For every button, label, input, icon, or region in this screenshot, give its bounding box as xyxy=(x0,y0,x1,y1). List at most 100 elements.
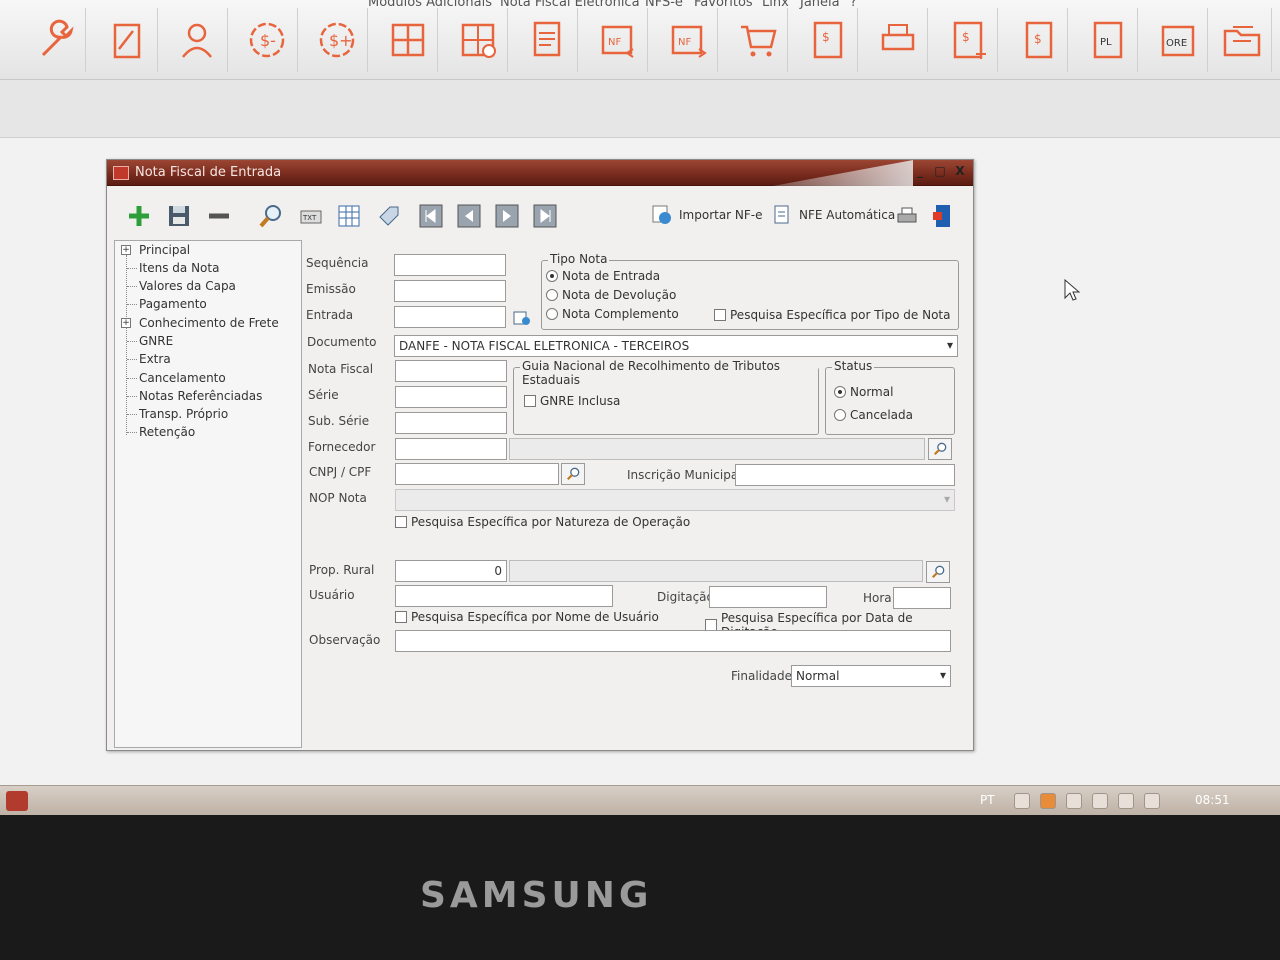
user-icon[interactable] xyxy=(168,8,228,72)
svg-text:$: $ xyxy=(1034,32,1042,46)
tree-item-conhecimento-de-frete[interactable]: + Conhecimento de Frete xyxy=(115,316,301,332)
money-receipt-icon[interactable]: $ xyxy=(1008,8,1068,72)
money-minus-icon[interactable]: $- xyxy=(238,8,298,72)
language-indicator[interactable]: PT xyxy=(980,793,995,807)
importar-nfe-button[interactable]: Importar NF-e xyxy=(651,204,763,226)
tray-display-icon[interactable] xyxy=(1144,793,1160,809)
table-export-icon[interactable] xyxy=(335,202,363,230)
calendar-icon[interactable] xyxy=(513,310,531,326)
first-record-icon[interactable] xyxy=(417,202,445,230)
maximize-button[interactable]: □ xyxy=(933,165,947,179)
sub-serie-field[interactable] xyxy=(395,412,507,434)
pesquisa-tipo-nota-checkbox[interactable]: Pesquisa Específica por Tipo de Nota xyxy=(714,308,950,322)
window-title: Nota Fiscal de Entrada xyxy=(135,165,282,180)
finalidade-value: Normal xyxy=(796,669,840,683)
radio-status-cancelada[interactable]: Cancelada xyxy=(834,408,913,422)
prop-rural-name-field xyxy=(509,560,923,582)
digitacao-label: Digitação xyxy=(657,590,714,604)
remove-icon[interactable] xyxy=(205,202,233,230)
sequencia-field[interactable] xyxy=(394,254,506,276)
radio-nota-entrada[interactable]: Nota de Entrada xyxy=(546,269,660,283)
exit-door-icon[interactable] xyxy=(929,202,957,230)
last-record-icon[interactable] xyxy=(531,202,559,230)
print-icon[interactable] xyxy=(893,202,921,230)
inscricao-municipal-field[interactable] xyxy=(735,464,955,486)
save-icon[interactable] xyxy=(165,202,193,230)
tree-item-principal[interactable]: + Principal xyxy=(115,243,301,259)
tree-item-itens-da-nota[interactable]: Itens da Nota xyxy=(115,261,301,277)
radio-nota-devolucao[interactable]: Nota de Devolução xyxy=(546,288,676,302)
grid-icon[interactable] xyxy=(378,8,438,72)
tree-item-pagamento[interactable]: Pagamento xyxy=(115,297,301,313)
nop-chevron-down-icon: ▾ xyxy=(943,492,950,506)
prop-rural-search-icon[interactable] xyxy=(926,561,950,583)
tag-icon[interactable] xyxy=(375,202,403,230)
money-add-icon[interactable]: $ xyxy=(938,8,998,72)
search-icon[interactable] xyxy=(257,202,285,230)
money-list-icon[interactable] xyxy=(518,8,578,72)
taskbar-app-icon[interactable] xyxy=(6,791,28,811)
svg-text:ORE: ORE xyxy=(1166,38,1187,49)
radio-status-normal[interactable]: Normal xyxy=(834,385,893,399)
prev-record-icon[interactable] xyxy=(455,202,483,230)
pl-doc-icon[interactable]: PL xyxy=(1078,8,1138,72)
cnpj-search-icon[interactable] xyxy=(561,463,585,485)
add-icon[interactable] xyxy=(125,202,153,230)
digitacao-field[interactable] xyxy=(709,586,827,608)
entrada-field[interactable] xyxy=(394,306,506,328)
money-doc-icon[interactable]: $ xyxy=(798,8,858,72)
serie-field[interactable] xyxy=(395,386,507,408)
fornecedor-code-field[interactable] xyxy=(395,438,507,460)
cnpj-field[interactable] xyxy=(395,463,559,485)
observacao-label: Observação xyxy=(309,633,381,647)
prop-rural-code-field[interactable]: 0 xyxy=(395,560,507,582)
money-plus-icon[interactable]: $+ xyxy=(308,8,368,72)
nf-export-icon[interactable]: NF xyxy=(658,8,718,72)
nfe-automatica-button[interactable]: NFE Automática xyxy=(771,204,895,226)
nf-import-icon[interactable]: NF xyxy=(588,8,648,72)
txt-export-icon[interactable]: TXT xyxy=(297,202,325,230)
tree-item-transp-pr-prio[interactable]: Transp. Próprio xyxy=(115,407,301,423)
radio-nota-complemento[interactable]: Nota Complemento xyxy=(546,307,679,321)
gnre-inclusa-checkbox[interactable]: GNRE Inclusa xyxy=(524,394,620,408)
tree-item-gnre[interactable]: GNRE xyxy=(115,334,301,350)
document-edit-icon[interactable] xyxy=(98,8,158,72)
grid-clock-icon[interactable] xyxy=(448,8,508,72)
tree-item-reten-o[interactable]: Retenção xyxy=(115,425,301,441)
tree-item-cancelamento[interactable]: Cancelamento xyxy=(115,371,301,387)
minimize-button[interactable]: _ xyxy=(913,165,927,179)
tree-item-extra[interactable]: Extra xyxy=(115,352,301,368)
flag-icon[interactable] xyxy=(1066,793,1082,809)
hora-field[interactable] xyxy=(893,587,951,609)
gnre-group: Guia Nacional de Recolhimento de Tributo… xyxy=(513,359,819,435)
expand-icon[interactable]: + xyxy=(121,245,131,255)
pesquisa-usuario-checkbox[interactable]: Pesquisa Específica por Nome de Usuário xyxy=(395,610,659,624)
tree-item-valores-da-capa[interactable]: Valores da Capa xyxy=(115,279,301,295)
observacao-field[interactable] xyxy=(395,630,951,652)
expand-icon[interactable]: + xyxy=(121,318,131,328)
ore-doc-icon[interactable]: ORE xyxy=(1148,8,1208,72)
cart-icon[interactable] xyxy=(728,8,788,72)
status-title: Status xyxy=(832,359,875,373)
finalidade-select[interactable]: Normal ▾ xyxy=(791,665,951,687)
tray-network-icon[interactable] xyxy=(1092,793,1108,809)
tray-tool-icon[interactable] xyxy=(1040,793,1056,809)
close-button[interactable]: X xyxy=(953,165,967,179)
volume-icon[interactable] xyxy=(1118,793,1134,809)
fornecedor-search-icon[interactable] xyxy=(928,438,952,460)
nop-nota-select[interactable]: ▾ xyxy=(395,489,955,511)
app-subbar xyxy=(0,80,1280,138)
nota-fiscal-field[interactable] xyxy=(395,360,507,382)
clock[interactable]: 08:51 xyxy=(1195,793,1230,807)
folder-docs-icon[interactable] xyxy=(1212,8,1272,72)
next-record-icon[interactable] xyxy=(493,202,521,230)
emissao-field[interactable] xyxy=(394,280,506,302)
printer-icon[interactable] xyxy=(868,8,928,72)
window-titlebar[interactable]: Nota Fiscal de Entrada _ □ X xyxy=(107,160,973,186)
pesquisa-natureza-checkbox[interactable]: Pesquisa Específica por Natureza de Oper… xyxy=(395,515,690,529)
tools-icon[interactable] xyxy=(26,8,86,72)
tree-item-notas-refer-nciadas[interactable]: Notas Referênciadas xyxy=(115,389,301,405)
tray-app-icon[interactable] xyxy=(1014,793,1030,809)
usuario-field[interactable] xyxy=(395,585,613,607)
documento-select[interactable]: DANFE - NOTA FISCAL ELETRONICA - TERCEIR… xyxy=(394,335,958,357)
